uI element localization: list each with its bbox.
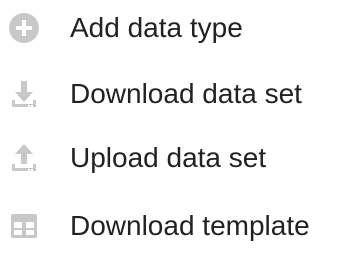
action-menu: Add data type Download data set Upload d… — [0, 0, 346, 250]
add-data-type-item[interactable]: Add data type — [0, 0, 346, 56]
download-icon — [6, 76, 42, 112]
download-data-set-label: Download data set — [70, 78, 302, 109]
template-icon — [6, 208, 42, 244]
add-data-type-label: Add data type — [70, 12, 243, 43]
add-circle-icon — [6, 10, 42, 46]
upload-data-set-item[interactable]: Upload data set — [0, 130, 346, 186]
upload-icon — [6, 140, 42, 176]
upload-data-set-label: Upload data set — [70, 142, 267, 173]
download-template-label: Download template — [70, 210, 310, 241]
download-data-set-item[interactable]: Download data set — [0, 66, 346, 122]
download-template-item[interactable]: Download template — [0, 198, 346, 254]
